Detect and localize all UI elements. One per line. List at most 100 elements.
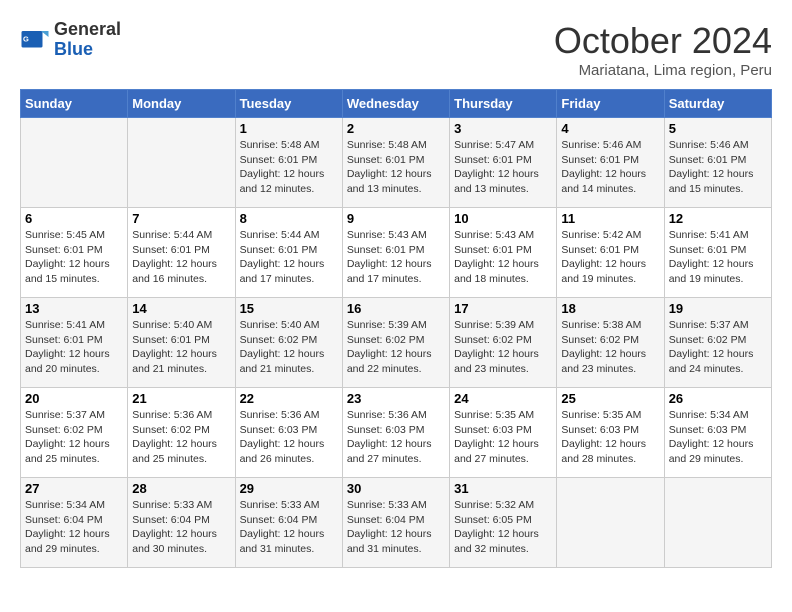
calendar-day-cell: 8 Sunrise: 5:44 AMSunset: 6:01 PMDaylight…	[235, 208, 342, 298]
calendar-day-cell: 28 Sunrise: 5:33 AMSunset: 6:04 PMDayligh…	[128, 478, 235, 568]
calendar-day-cell: 23 Sunrise: 5:36 AMSunset: 6:03 PMDayligh…	[342, 388, 449, 478]
day-info: Sunrise: 5:40 AMSunset: 6:02 PMDaylight:…	[240, 318, 338, 377]
calendar-day-cell: 1 Sunrise: 5:48 AMSunset: 6:01 PMDaylight…	[235, 118, 342, 208]
day-info: Sunrise: 5:41 AMSunset: 6:01 PMDaylight:…	[669, 228, 767, 287]
calendar-day-cell: 27 Sunrise: 5:34 AMSunset: 6:04 PMDayligh…	[21, 478, 128, 568]
day-info: Sunrise: 5:36 AMSunset: 6:03 PMDaylight:…	[347, 408, 445, 467]
logo-line1: General	[54, 19, 121, 39]
calendar-day-cell: 29 Sunrise: 5:33 AMSunset: 6:04 PMDayligh…	[235, 478, 342, 568]
day-info: Sunrise: 5:35 AMSunset: 6:03 PMDaylight:…	[454, 408, 552, 467]
day-info: Sunrise: 5:46 AMSunset: 6:01 PMDaylight:…	[669, 138, 767, 197]
day-info: Sunrise: 5:40 AMSunset: 6:01 PMDaylight:…	[132, 318, 230, 377]
day-number: 22	[240, 391, 338, 406]
calendar-day-cell	[664, 478, 771, 568]
day-info: Sunrise: 5:44 AMSunset: 6:01 PMDaylight:…	[240, 228, 338, 287]
day-number: 28	[132, 481, 230, 496]
calendar-week-row: 20Sunrise: 5:37 AMSunset: 6:02 PMDayligh…	[21, 388, 772, 478]
page-header: G General Blue October 2024 Mariatana, L…	[20, 20, 772, 79]
calendar-day-cell: 2 Sunrise: 5:48 AMSunset: 6:01 PMDaylight…	[342, 118, 449, 208]
calendar-table: SundayMondayTuesdayWednesdayThursdayFrid…	[20, 89, 772, 568]
calendar-week-row: 13Sunrise: 5:41 AMSunset: 6:01 PMDayligh…	[21, 298, 772, 388]
calendar-day-cell: 12 Sunrise: 5:41 AMSunset: 6:01 PMDayligh…	[664, 208, 771, 298]
calendar-day-cell: 16 Sunrise: 5:39 AMSunset: 6:02 PMDayligh…	[342, 298, 449, 388]
day-info: Sunrise: 5:33 AMSunset: 6:04 PMDaylight:…	[347, 498, 445, 557]
day-number: 3	[454, 121, 552, 136]
day-info: Sunrise: 5:33 AMSunset: 6:04 PMDaylight:…	[132, 498, 230, 557]
calendar-day-cell: 17 Sunrise: 5:39 AMSunset: 6:02 PMDayligh…	[450, 298, 557, 388]
calendar-day-cell: 13Sunrise: 5:41 AMSunset: 6:01 PMDayligh…	[21, 298, 128, 388]
header-row: SundayMondayTuesdayWednesdayThursdayFrid…	[21, 90, 772, 118]
day-info: Sunrise: 5:46 AMSunset: 6:01 PMDaylight:…	[561, 138, 659, 197]
day-number: 16	[347, 301, 445, 316]
logo-icon: G	[20, 25, 50, 55]
day-number: 7	[132, 211, 230, 226]
weekday-header: Wednesday	[342, 90, 449, 118]
calendar-day-cell: 4Sunrise: 5:46 AMSunset: 6:01 PMDaylight…	[557, 118, 664, 208]
calendar-day-cell	[557, 478, 664, 568]
calendar-day-cell: 21Sunrise: 5:36 AMSunset: 6:02 PMDayligh…	[128, 388, 235, 478]
weekday-header: Monday	[128, 90, 235, 118]
day-info: Sunrise: 5:36 AMSunset: 6:02 PMDaylight:…	[132, 408, 230, 467]
title-area: October 2024 Mariatana, Lima region, Per…	[554, 20, 772, 79]
calendar-week-row: 1 Sunrise: 5:48 AMSunset: 6:01 PMDaylight…	[21, 118, 772, 208]
day-info: Sunrise: 5:48 AMSunset: 6:01 PMDaylight:…	[347, 138, 445, 197]
day-number: 8	[240, 211, 338, 226]
day-info: Sunrise: 5:38 AMSunset: 6:02 PMDaylight:…	[561, 318, 659, 377]
calendar-day-cell: 26 Sunrise: 5:34 AMSunset: 6:03 PMDayligh…	[664, 388, 771, 478]
calendar-day-cell: 24 Sunrise: 5:35 AMSunset: 6:03 PMDayligh…	[450, 388, 557, 478]
day-number: 24	[454, 391, 552, 406]
day-number: 17	[454, 301, 552, 316]
day-number: 12	[669, 211, 767, 226]
day-number: 11	[561, 211, 659, 226]
weekday-header: Friday	[557, 90, 664, 118]
day-number: 18	[561, 301, 659, 316]
day-info: Sunrise: 5:34 AMSunset: 6:03 PMDaylight:…	[669, 408, 767, 467]
location-subtitle: Mariatana, Lima region, Peru	[554, 62, 772, 79]
weekday-header: Thursday	[450, 90, 557, 118]
day-number: 26	[669, 391, 767, 406]
calendar-day-cell	[21, 118, 128, 208]
day-info: Sunrise: 5:37 AMSunset: 6:02 PMDaylight:…	[669, 318, 767, 377]
day-number: 10	[454, 211, 552, 226]
calendar-day-cell: 11Sunrise: 5:42 AMSunset: 6:01 PMDayligh…	[557, 208, 664, 298]
day-number: 2	[347, 121, 445, 136]
day-number: 20	[25, 391, 123, 406]
day-number: 29	[240, 481, 338, 496]
day-number: 6	[25, 211, 123, 226]
logo: G General Blue	[20, 20, 121, 60]
day-info: Sunrise: 5:48 AMSunset: 6:01 PMDaylight:…	[240, 138, 338, 197]
day-number: 5	[669, 121, 767, 136]
calendar-day-cell: 3 Sunrise: 5:47 AMSunset: 6:01 PMDaylight…	[450, 118, 557, 208]
calendar-week-row: 27 Sunrise: 5:34 AMSunset: 6:04 PMDayligh…	[21, 478, 772, 568]
day-number: 27	[25, 481, 123, 496]
calendar-day-cell: 25Sunrise: 5:35 AMSunset: 6:03 PMDayligh…	[557, 388, 664, 478]
day-info: Sunrise: 5:34 AMSunset: 6:04 PMDaylight:…	[25, 498, 123, 557]
day-info: Sunrise: 5:45 AMSunset: 6:01 PMDaylight:…	[25, 228, 123, 287]
day-number: 30	[347, 481, 445, 496]
calendar-day-cell: 14Sunrise: 5:40 AMSunset: 6:01 PMDayligh…	[128, 298, 235, 388]
day-info: Sunrise: 5:33 AMSunset: 6:04 PMDaylight:…	[240, 498, 338, 557]
weekday-header: Tuesday	[235, 90, 342, 118]
day-number: 1	[240, 121, 338, 136]
day-info: Sunrise: 5:39 AMSunset: 6:02 PMDaylight:…	[454, 318, 552, 377]
day-info: Sunrise: 5:35 AMSunset: 6:03 PMDaylight:…	[561, 408, 659, 467]
calendar-day-cell: 19Sunrise: 5:37 AMSunset: 6:02 PMDayligh…	[664, 298, 771, 388]
day-number: 31	[454, 481, 552, 496]
calendar-day-cell: 10 Sunrise: 5:43 AMSunset: 6:01 PMDayligh…	[450, 208, 557, 298]
day-info: Sunrise: 5:43 AMSunset: 6:01 PMDaylight:…	[454, 228, 552, 287]
day-number: 9	[347, 211, 445, 226]
logo-text: General Blue	[54, 20, 121, 60]
day-info: Sunrise: 5:32 AMSunset: 6:05 PMDaylight:…	[454, 498, 552, 557]
day-info: Sunrise: 5:39 AMSunset: 6:02 PMDaylight:…	[347, 318, 445, 377]
calendar-week-row: 6 Sunrise: 5:45 AMSunset: 6:01 PMDaylight…	[21, 208, 772, 298]
calendar-day-cell: 18 Sunrise: 5:38 AMSunset: 6:02 PMDayligh…	[557, 298, 664, 388]
day-number: 23	[347, 391, 445, 406]
day-info: Sunrise: 5:43 AMSunset: 6:01 PMDaylight:…	[347, 228, 445, 287]
day-info: Sunrise: 5:41 AMSunset: 6:01 PMDaylight:…	[25, 318, 123, 377]
weekday-header: Saturday	[664, 90, 771, 118]
calendar-day-cell: 5 Sunrise: 5:46 AMSunset: 6:01 PMDaylight…	[664, 118, 771, 208]
weekday-header: Sunday	[21, 90, 128, 118]
calendar-day-cell: 31 Sunrise: 5:32 AMSunset: 6:05 PMDayligh…	[450, 478, 557, 568]
day-info: Sunrise: 5:47 AMSunset: 6:01 PMDaylight:…	[454, 138, 552, 197]
calendar-day-cell: 7Sunrise: 5:44 AMSunset: 6:01 PMDaylight…	[128, 208, 235, 298]
